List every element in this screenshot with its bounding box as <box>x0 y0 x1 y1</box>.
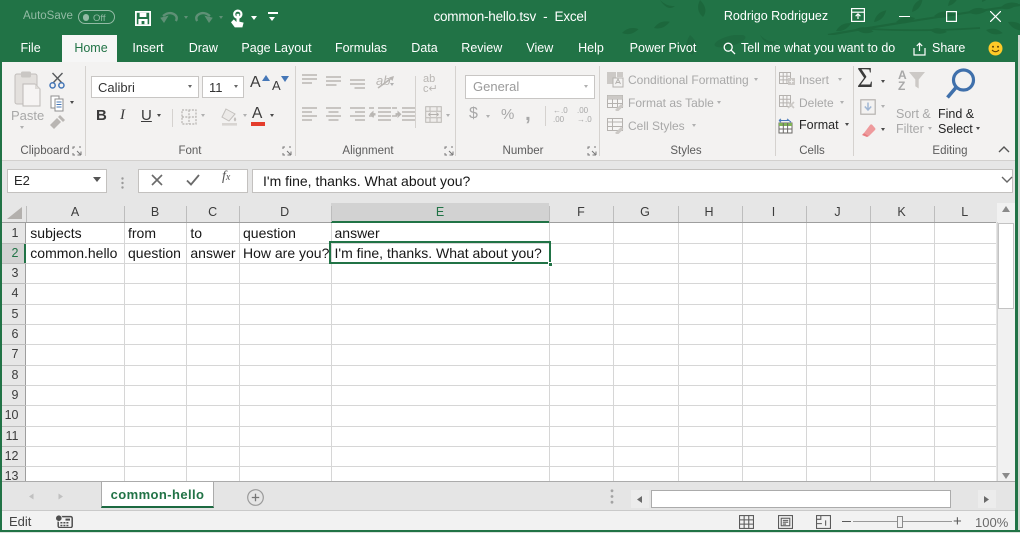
svg-text:c↵: c↵ <box>423 83 438 95</box>
